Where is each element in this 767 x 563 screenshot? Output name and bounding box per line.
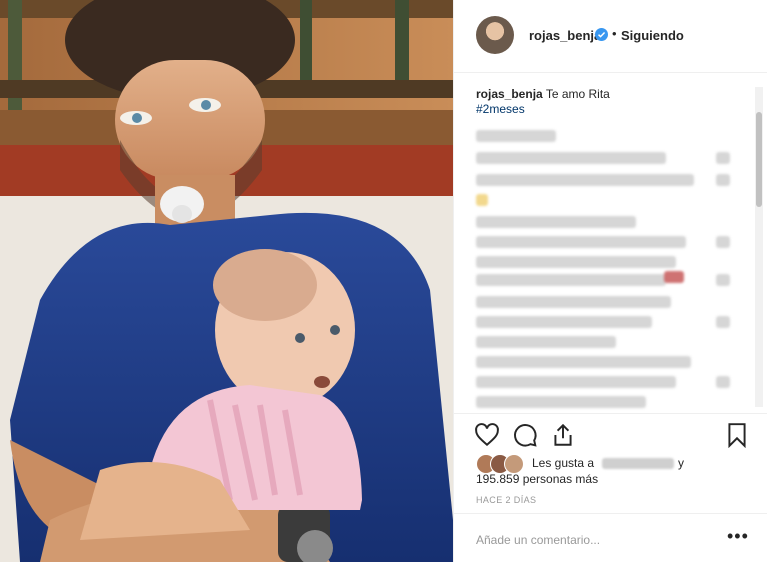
redacted-comment bbox=[476, 316, 652, 328]
comments-panel[interactable]: rojas_benja Te amo Rita #2meses bbox=[454, 73, 767, 413]
redacted-liker-name bbox=[602, 458, 674, 469]
heart-icon[interactable] bbox=[474, 422, 500, 448]
redacted-comment bbox=[476, 174, 694, 186]
post-sidebar: rojas_benja • Siguiendo rojas_benja Te a… bbox=[453, 0, 767, 562]
redacted-comment bbox=[476, 356, 691, 368]
bookmark-icon[interactable] bbox=[724, 422, 750, 448]
likes-prefix: Les gusta a bbox=[532, 456, 595, 470]
redacted-comment bbox=[476, 256, 676, 268]
avatar bbox=[504, 454, 524, 474]
share-icon[interactable] bbox=[550, 422, 576, 448]
redacted-comment bbox=[664, 271, 684, 283]
redacted-comment bbox=[476, 194, 488, 206]
following-button[interactable]: Siguiendo bbox=[621, 28, 684, 43]
post-actions: Les gusta a y 195.859 personas más HACE … bbox=[454, 413, 767, 514]
caption-text: Te amo Rita bbox=[545, 87, 610, 101]
redacted-comment bbox=[476, 236, 686, 248]
hashtag-link[interactable]: #2meses bbox=[476, 102, 525, 116]
photo-image bbox=[0, 0, 453, 562]
redacted-comment bbox=[476, 396, 646, 408]
redacted-comment bbox=[476, 296, 671, 308]
header-username[interactable]: rojas_benja bbox=[529, 28, 601, 43]
more-options-icon[interactable]: ••• bbox=[727, 526, 749, 547]
redacted-comment bbox=[476, 216, 636, 228]
likes-conjunction: y bbox=[678, 456, 684, 470]
likes-count[interactable]: 195.859 personas más bbox=[476, 472, 598, 486]
post-header: rojas_benja • Siguiendo bbox=[454, 0, 767, 73]
verified-badge-icon bbox=[595, 28, 608, 41]
comment-icon[interactable] bbox=[512, 422, 538, 448]
redacted-comment bbox=[476, 130, 556, 142]
redacted-like bbox=[716, 316, 730, 328]
redacted-comment bbox=[476, 152, 666, 164]
redacted-comment bbox=[476, 274, 666, 286]
redacted-like bbox=[716, 174, 730, 186]
separator-dot: • bbox=[612, 26, 617, 41]
avatar[interactable] bbox=[476, 16, 514, 54]
scrollbar-thumb[interactable] bbox=[756, 112, 762, 207]
redacted-like bbox=[716, 274, 730, 286]
comment-bar: Añade un comentario... ••• bbox=[454, 513, 767, 563]
comment-input[interactable]: Añade un comentario... bbox=[476, 533, 600, 547]
redacted-like bbox=[716, 152, 730, 164]
redacted-comment bbox=[476, 376, 676, 388]
redacted-like bbox=[716, 236, 730, 248]
caption: rojas_benja Te amo Rita bbox=[476, 86, 610, 102]
redacted-like bbox=[716, 376, 730, 388]
caption-username[interactable]: rojas_benja bbox=[476, 87, 543, 101]
post-timestamp[interactable]: HACE 2 DÍAS bbox=[476, 495, 536, 505]
post-photo[interactable] bbox=[0, 0, 453, 562]
redacted-comment bbox=[476, 336, 616, 348]
